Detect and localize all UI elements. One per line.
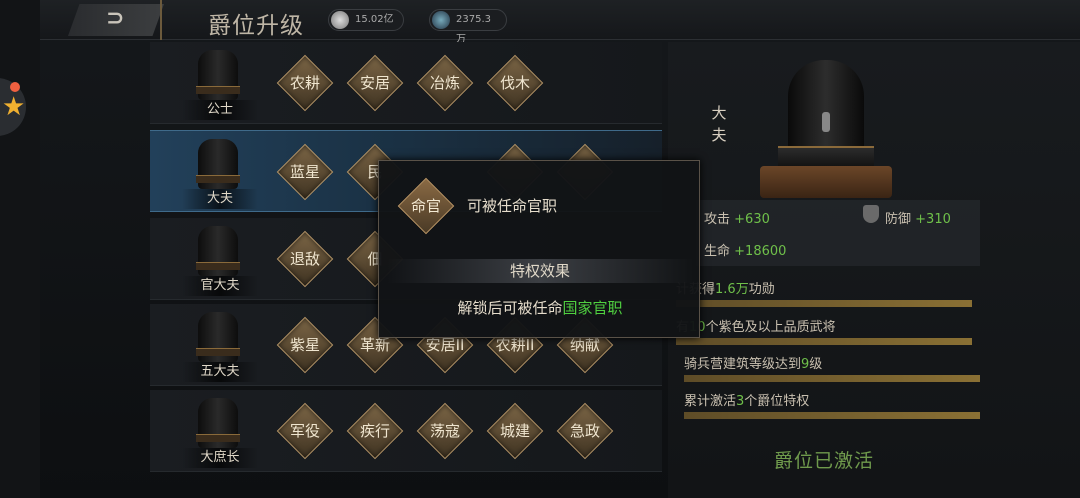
hat-icon — [760, 60, 892, 200]
game-screen: ★ ⊃ 爵位升级 15.02亿 2375.3万 公士 农耕 安居 冶炼 伐木 大… — [0, 0, 1080, 498]
requirement-item: 计获得1.6万功勋 — [676, 278, 976, 307]
shield-icon — [863, 205, 879, 223]
rank-detail-panel: 大夫 攻击 +630 防御 +310 生命 +18600 计获得1.6万功勋 有… — [668, 42, 1080, 498]
notification-dot-icon — [10, 82, 20, 92]
activation-status: 爵位已激活 — [774, 450, 875, 472]
top-bar: ⊃ 爵位升级 15.02亿 2375.3万 — [40, 0, 1080, 45]
defense-stat: 防御 +310 — [885, 212, 951, 227]
hat-icon — [194, 226, 242, 280]
hat-icon — [194, 50, 242, 104]
left-edge — [0, 0, 40, 498]
privilege-diamond[interactable]: 伐木 — [486, 54, 544, 112]
rank-label: 公士 — [182, 100, 258, 120]
privilege-diamond[interactable]: 荡寇 — [416, 402, 474, 460]
progress-bar — [684, 375, 980, 382]
privilege-diamond[interactable]: 冶炼 — [416, 54, 474, 112]
privilege-diamond[interactable]: 疾行 — [346, 402, 404, 460]
back-arrow-icon: ⊃ — [106, 6, 125, 31]
attack-stat: 攻击 +630 — [704, 212, 770, 227]
page-title: 爵位升级 — [208, 13, 304, 39]
privilege-diamond[interactable]: 农耕 — [276, 54, 334, 112]
merit-resource[interactable]: 2375.3万 — [429, 9, 507, 45]
merit-gem-icon — [432, 11, 450, 29]
rank-row-dashuzhang[interactable]: 大庶长 军役 疾行 荡寇 城建 急政 — [150, 390, 662, 472]
rank-label: 官大夫 — [182, 276, 258, 296]
back-button[interactable]: ⊃ — [68, 4, 164, 36]
privilege-diamond[interactable]: 城建 — [486, 402, 544, 460]
privilege-diamond[interactable]: 蓝星 — [276, 143, 334, 201]
privilege-diamond[interactable]: 急政 — [556, 402, 614, 460]
progress-bar — [684, 412, 980, 419]
requirement-item: 累计激活3个爵位特权 — [684, 390, 984, 419]
privilege-diamond[interactable]: 军役 — [276, 402, 334, 460]
tooltip-section-title: 特权效果 — [387, 259, 693, 283]
rank-label: 五大夫 — [182, 362, 258, 382]
star-icon: ★ — [2, 92, 26, 122]
requirement-item: 有10个紫色及以上品质武将 — [676, 316, 976, 345]
privilege-diamond[interactable]: 安居 — [346, 54, 404, 112]
privilege-tooltip: 命官 可被任命官职 特权效果 解锁后可被任命国家官职 — [378, 160, 700, 338]
rank-label: 大庶长 — [182, 448, 258, 468]
tooltip-headline: 可被任命官职 — [467, 197, 558, 215]
hat-icon — [194, 312, 242, 366]
progress-bar — [676, 300, 972, 307]
silver-resource[interactable]: 15.02亿 — [328, 9, 404, 31]
requirement-item: 骑兵营建筑等级达到9级 — [684, 353, 984, 382]
hat-icon — [194, 398, 242, 452]
hat-icon — [194, 139, 242, 193]
progress-bar — [676, 338, 972, 345]
privilege-diamond[interactable]: 退敌 — [276, 230, 334, 288]
rank-label: 大夫 — [182, 189, 258, 209]
tooltip-description: 解锁后可被任命国家官职 — [457, 299, 623, 317]
stats-box: 攻击 +630 防御 +310 生命 +18600 — [696, 200, 980, 266]
rank-row-gongshi[interactable]: 公士 农耕 安居 冶炼 伐木 — [150, 42, 662, 124]
hp-stat: 生命 +18600 — [704, 244, 787, 259]
detail-rank-name: 大夫 — [711, 104, 727, 144]
privilege-badge: 命官 — [397, 177, 455, 235]
silver-coin-icon — [331, 11, 349, 29]
privilege-diamond[interactable]: 紫星 — [276, 316, 334, 374]
